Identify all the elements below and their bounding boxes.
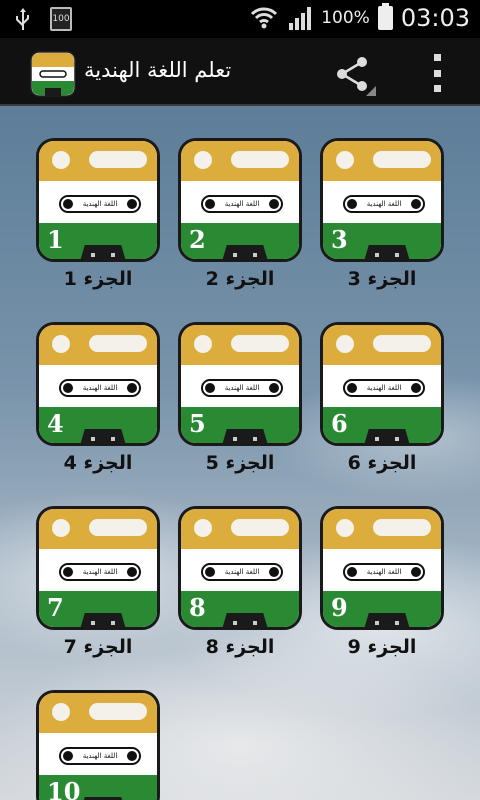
part-tile-10[interactable]: اللغة الهندية 10 bbox=[36, 690, 160, 800]
part-number: 3 bbox=[331, 225, 348, 254]
cassette-icon: اللغة الهندية 5 bbox=[178, 322, 302, 446]
part-number: 7 bbox=[47, 593, 64, 622]
cassette-label: اللغة الهندية bbox=[343, 379, 425, 397]
battery-percent: 100% bbox=[321, 8, 370, 28]
part-label: الجزء 4 bbox=[63, 452, 133, 474]
part-number: 1 bbox=[47, 225, 64, 254]
part-number: 9 bbox=[331, 593, 348, 622]
part-tile-2[interactable]: اللغة الهندية 2 الجزء 2 bbox=[178, 138, 302, 290]
cassette-icon: اللغة الهندية 2 bbox=[178, 138, 302, 262]
battery-mini-icon: 100 bbox=[50, 7, 72, 31]
part-number: 6 bbox=[331, 409, 348, 438]
part-number: 2 bbox=[189, 225, 206, 254]
cassette-label: اللغة الهندية bbox=[343, 563, 425, 581]
part-label: الجزء 7 bbox=[63, 636, 133, 658]
cassette-icon: اللغة الهندية 3 bbox=[320, 138, 444, 262]
cassette-label: اللغة الهندية bbox=[59, 379, 141, 397]
parts-grid: اللغة الهندية 1 الجزء 1 اللغة الهندية 2 الجزء… bbox=[0, 106, 480, 800]
app-title: تعلم اللغة الهندية bbox=[84, 58, 232, 82]
battery-mini-value: 100 bbox=[52, 14, 70, 24]
clock: 03:03 bbox=[400, 4, 470, 32]
cassette-icon: اللغة الهندية 8 bbox=[178, 506, 302, 630]
part-number: 4 bbox=[47, 409, 64, 438]
cassette-label: اللغة الهندية bbox=[201, 379, 283, 397]
cassette-label: اللغة الهندية bbox=[59, 195, 141, 213]
wifi-icon bbox=[251, 7, 278, 29]
cassette-icon: اللغة الهندية 1 bbox=[36, 138, 160, 262]
cassette-label: اللغة الهندية bbox=[343, 195, 425, 213]
cassette-label: اللغة الهندية bbox=[59, 563, 141, 581]
cassette-label: اللغة الهندية bbox=[201, 195, 283, 213]
part-label: الجزء 2 bbox=[205, 268, 275, 290]
part-label: الجزء 3 bbox=[347, 268, 417, 290]
part-tile-3[interactable]: اللغة الهندية 3 الجزء 3 bbox=[320, 138, 444, 290]
cassette-label: اللغة الهندية bbox=[201, 563, 283, 581]
part-tile-4[interactable]: اللغة الهندية 4 الجزء 4 bbox=[36, 322, 160, 474]
part-tile-8[interactable]: اللغة الهندية 8 الجزء 8 bbox=[178, 506, 302, 658]
cassette-icon: اللغة الهندية 9 bbox=[320, 506, 444, 630]
part-number: 5 bbox=[189, 409, 206, 438]
cassette-icon: اللغة الهندية 6 bbox=[320, 322, 444, 446]
cassette-icon: اللغة الهندية 7 bbox=[36, 506, 160, 630]
part-number: 10 bbox=[47, 777, 81, 800]
overflow-menu-icon[interactable] bbox=[425, 54, 449, 92]
cassette-icon: اللغة الهندية 4 bbox=[36, 322, 160, 446]
cassette-label: اللغة الهندية bbox=[59, 747, 141, 765]
status-bar: 100 100% 03:03 bbox=[0, 0, 480, 38]
action-bar: تعلم اللغة الهندية bbox=[0, 38, 480, 106]
part-tile-6[interactable]: اللغة الهندية 6 الجزء 6 bbox=[320, 322, 444, 474]
part-label: الجزء 9 bbox=[347, 636, 417, 658]
usb-icon bbox=[16, 8, 29, 30]
part-label: الجزء 5 bbox=[205, 452, 275, 474]
part-tile-5[interactable]: اللغة الهندية 5 الجزء 5 bbox=[178, 322, 302, 474]
part-label: الجزء 6 bbox=[347, 452, 417, 474]
part-tile-7[interactable]: اللغة الهندية 7 الجزء 7 bbox=[36, 506, 160, 658]
part-label: الجزء 8 bbox=[205, 636, 275, 658]
part-tile-9[interactable]: اللغة الهندية 9 الجزء 9 bbox=[320, 506, 444, 658]
cassette-icon: اللغة الهندية 10 bbox=[36, 690, 160, 800]
app-logo-icon[interactable] bbox=[30, 51, 76, 97]
part-label: الجزء 1 bbox=[63, 268, 133, 290]
battery-icon bbox=[377, 3, 393, 30]
share-icon[interactable] bbox=[332, 54, 376, 96]
part-number: 8 bbox=[189, 593, 206, 622]
signal-icon bbox=[289, 7, 312, 30]
part-tile-1[interactable]: اللغة الهندية 1 الجزء 1 bbox=[36, 138, 160, 290]
